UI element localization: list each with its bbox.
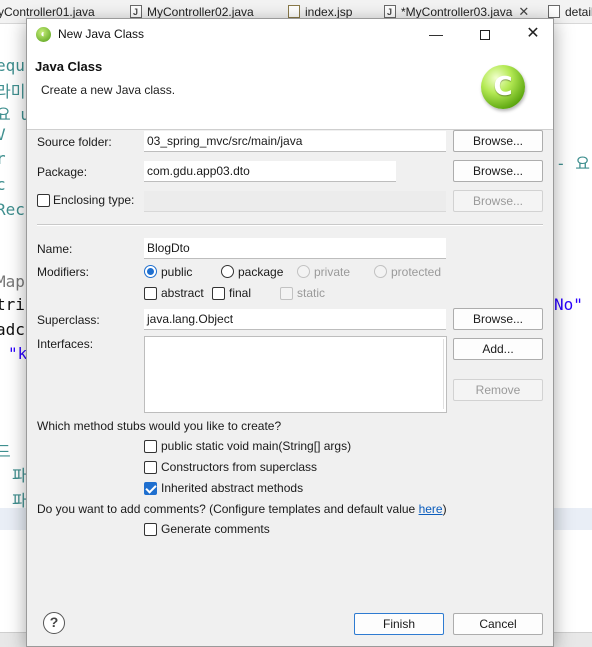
editor-tab-label: MyController02.java: [147, 5, 254, 19]
comments-question-text: Do you want to add comments? (Configure …: [37, 502, 419, 516]
code-line: 파: [12, 491, 27, 510]
java-class-wizard-icon: C: [481, 65, 525, 109]
jsp-file-icon: [288, 5, 300, 18]
source-folder-browse-button[interactable]: Browse...: [453, 130, 543, 152]
code-line: Rec: [0, 200, 25, 219]
public-radio[interactable]: [144, 265, 157, 278]
inherited-methods-checkbox[interactable]: [144, 482, 157, 495]
code-line: 드: [0, 442, 11, 461]
code-line: 라미: [0, 82, 26, 101]
main-method-checkbox[interactable]: [144, 440, 157, 453]
package-input[interactable]: com.gdu.app03.dto: [144, 161, 396, 182]
generate-comments-label: Generate comments: [161, 522, 270, 536]
modifiers-label: Modifiers:: [37, 265, 90, 279]
name-label: Name:: [37, 242, 73, 256]
file-icon: [548, 5, 560, 18]
maximize-button[interactable]: [468, 23, 502, 45]
package-radio-label: package: [238, 265, 284, 279]
java-file-icon: [384, 0, 396, 24]
new-java-class-dialog: ◐ New Java Class — ✕ Java Class Create a…: [26, 18, 554, 647]
enclosing-type-checkbox[interactable]: [37, 194, 50, 207]
constructors-checkbox[interactable]: [144, 461, 157, 474]
cancel-button[interactable]: Cancel: [453, 613, 543, 635]
protected-radio-label: protected: [391, 265, 442, 279]
java-file-icon: [130, 0, 142, 24]
editor-tab-label: index.jsp: [305, 5, 353, 19]
code-line-tail: - 요: [556, 154, 590, 173]
wizard-banner: Java Class Create a new Java class. C: [27, 50, 553, 130]
public-radio-label: public: [161, 265, 193, 279]
superclass-label: Superclass:: [37, 313, 100, 327]
editor-tab-label: yController01.java: [0, 5, 95, 19]
code-line: adc: [0, 320, 25, 339]
abstract-checkbox-label: abstract: [161, 286, 204, 300]
private-radio-label: private: [314, 265, 351, 279]
constructors-label: Constructors from superclass: [161, 460, 318, 474]
comments-question: Do you want to add comments? (Configure …: [37, 502, 447, 516]
source-folder-input[interactable]: 03_spring_mvc/src/main/java: [144, 131, 446, 152]
comments-question-suffix: ): [442, 502, 447, 516]
code-line-tail: No": [554, 295, 583, 314]
interfaces-label: Interfaces:: [37, 337, 94, 351]
superclass-browse-button[interactable]: Browse...: [453, 308, 543, 330]
code-line: equ: [0, 56, 25, 75]
method-stubs-question: Which method stubs would you like to cre…: [37, 419, 282, 433]
configure-templates-link[interactable]: here: [419, 502, 443, 516]
minimize-button[interactable]: —: [419, 23, 453, 45]
interfaces-list[interactable]: [144, 336, 447, 413]
interfaces-scrollbar[interactable]: [443, 339, 444, 409]
wizard-description: Create a new Java class.: [41, 83, 176, 97]
superclass-input[interactable]: java.lang.Object: [144, 309, 446, 330]
remove-interface-button[interactable]: Remove: [453, 379, 543, 401]
maximize-icon: [480, 30, 490, 40]
finish-button[interactable]: Finish: [354, 613, 444, 635]
code-line: Map: [0, 272, 25, 291]
package-label: Package:: [37, 165, 88, 179]
code-line: tri: [0, 295, 25, 314]
close-tab-icon[interactable]: ✕: [518, 4, 529, 19]
final-checkbox[interactable]: [212, 287, 225, 300]
editor-tab-label: detail: [565, 5, 592, 19]
enclosing-type-browse-button[interactable]: Browse...: [453, 190, 543, 212]
abstract-checkbox[interactable]: [144, 287, 157, 300]
static-checkbox-label: static: [297, 286, 326, 300]
private-radio[interactable]: [297, 265, 310, 278]
dialog-titlebar[interactable]: ◐ New Java Class — ✕: [27, 19, 553, 50]
protected-radio[interactable]: [374, 265, 387, 278]
dialog-title: New Java Class: [58, 27, 145, 41]
close-button[interactable]: ✕: [516, 23, 550, 45]
static-checkbox[interactable]: [280, 287, 293, 300]
inherited-methods-label: Inherited abstract methods: [161, 481, 304, 495]
enclosing-type-label: Enclosing type:: [53, 193, 135, 207]
editor-tab[interactable]: detail: [548, 0, 592, 24]
code-line: "k: [8, 344, 28, 363]
code-line: V: [0, 125, 6, 144]
wizard-heading: Java Class: [35, 59, 103, 74]
package-browse-button[interactable]: Browse...: [453, 160, 543, 182]
class-name-input[interactable]: BlogDto: [144, 238, 446, 259]
help-icon[interactable]: ?: [43, 612, 65, 634]
generate-comments-checkbox[interactable]: [144, 523, 157, 536]
final-checkbox-label: final: [229, 286, 252, 300]
code-line: r: [0, 149, 6, 168]
source-folder-label: Source folder:: [37, 135, 112, 149]
separator: [37, 224, 543, 226]
eclipse-icon: ◐: [36, 27, 51, 42]
add-interface-button[interactable]: Add...: [453, 338, 543, 360]
code-line: c: [0, 175, 6, 194]
enclosing-type-input[interactable]: [144, 191, 446, 212]
main-method-label: public static void main(String[] args): [161, 439, 352, 453]
package-radio[interactable]: [221, 265, 234, 278]
code-line: 파: [12, 466, 27, 485]
editor-tab-label: *MyController03.java: [401, 5, 513, 19]
